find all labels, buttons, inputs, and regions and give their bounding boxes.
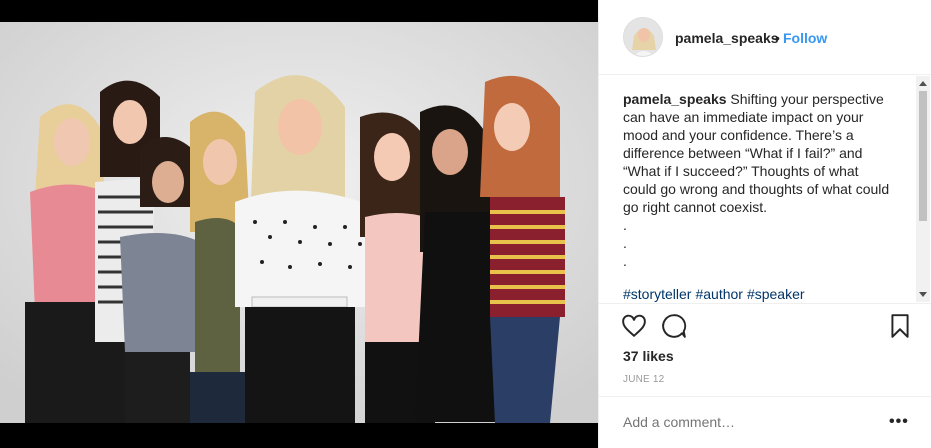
like-button[interactable] [621, 313, 647, 339]
post-header: pamela_speaks • Follow [599, 0, 931, 75]
caption-dot: . [623, 217, 627, 233]
comment-button[interactable] [661, 313, 687, 339]
more-options-button[interactable]: ••• [889, 413, 909, 431]
heart-icon [622, 314, 646, 338]
comment-icon [662, 314, 687, 338]
avatar-image [624, 18, 662, 56]
avatar[interactable] [623, 17, 663, 57]
hashtag-link[interactable]: #storyteller [623, 286, 691, 302]
post-panel: pamela_speaks • Follow pamela_speaks Shi… [598, 0, 931, 448]
comments-scrollbar[interactable] [916, 76, 930, 302]
likes-count[interactable]: 37 likes [623, 348, 674, 364]
post-date: JUNE 12 [623, 374, 665, 385]
follow-button[interactable]: Follow [783, 30, 827, 46]
hashtag-link[interactable]: #speaker [747, 286, 805, 302]
scroll-down-arrow-icon[interactable] [919, 292, 927, 297]
caption-dot: . [623, 253, 627, 269]
post-photo[interactable] [0, 22, 598, 423]
caption-text: Shifting your perspective can have an im… [623, 91, 890, 215]
post-caption: pamela_speaks Shifting your perspective … [623, 90, 893, 270]
hashtag-list: #storyteller #author #speaker [623, 286, 809, 302]
post-media [0, 0, 598, 448]
bookmark-icon [891, 314, 909, 338]
caption-dot: . [623, 235, 627, 251]
header-username[interactable]: pamela_speaks [675, 30, 779, 46]
hashtag-link[interactable]: #author [695, 286, 742, 302]
save-button[interactable] [887, 313, 913, 339]
header-separator: • [775, 30, 780, 46]
comment-section: ••• [599, 396, 931, 448]
comment-input[interactable] [623, 414, 863, 430]
caption-username[interactable]: pamela_speaks [623, 91, 727, 107]
actions-divider [599, 303, 931, 304]
scrollbar-thumb[interactable] [919, 91, 927, 221]
scroll-up-arrow-icon[interactable] [919, 81, 927, 86]
group-photo-image [0, 22, 598, 423]
